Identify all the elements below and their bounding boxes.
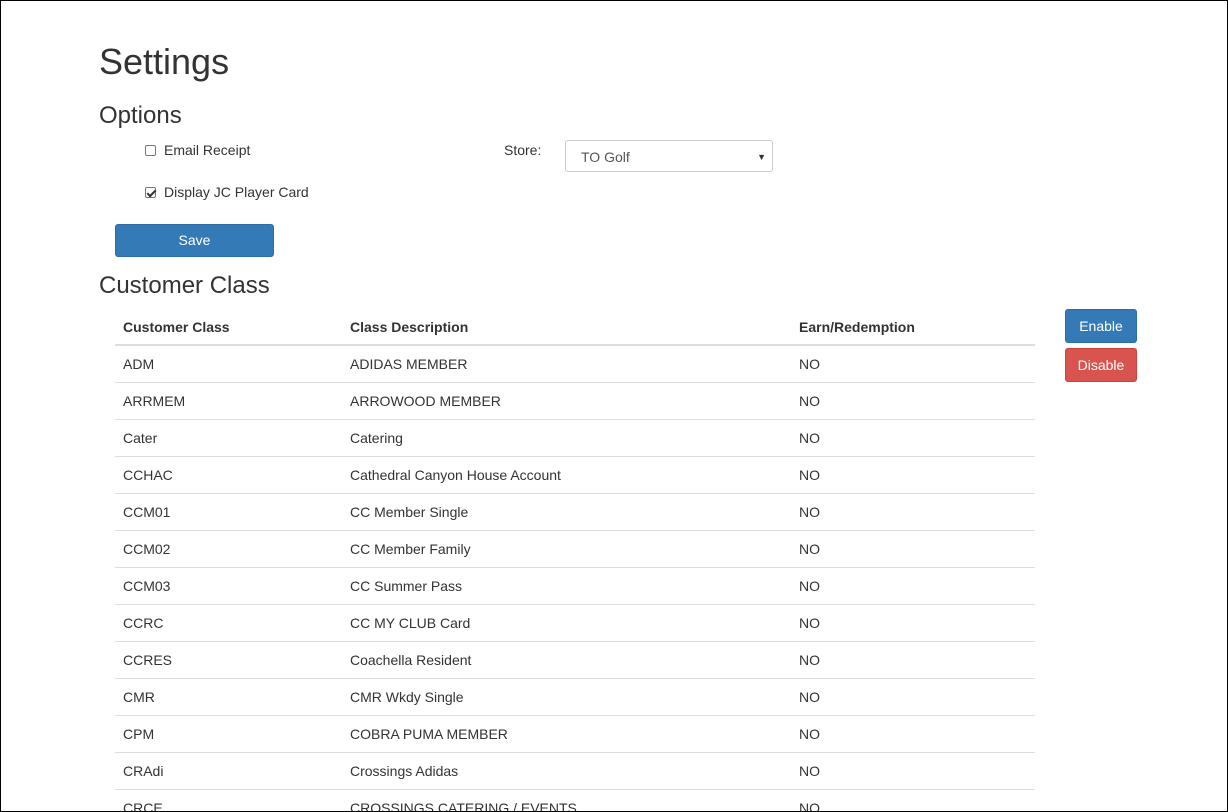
cell-earn-redemption: NO — [791, 752, 1035, 790]
options-heading: Options — [99, 102, 182, 129]
cell-class-description: Coachella Resident — [342, 641, 791, 679]
cell-customer-class: ARRMEM — [115, 382, 342, 420]
cell-class-description: CC Member Single — [342, 493, 791, 531]
display-jc-player-card-label: Display JC Player Card — [164, 184, 309, 200]
cell-class-description: CMR Wkdy Single — [342, 678, 791, 716]
cell-earn-redemption: NO — [791, 419, 1035, 457]
customer-class-table: Customer Class Class Description Earn/Re… — [115, 309, 1035, 811]
cell-customer-class: CCRES — [115, 641, 342, 679]
cell-customer-class: CCM03 — [115, 567, 342, 605]
chevron-down-icon: ▼ — [757, 152, 766, 162]
cell-customer-class: CPM — [115, 715, 342, 753]
save-button[interactable]: Save — [115, 224, 274, 257]
cell-customer-class: CCRC — [115, 604, 342, 642]
customer-class-heading: Customer Class — [99, 272, 270, 299]
cell-earn-redemption: NO — [791, 678, 1035, 716]
cell-class-description: ADIDAS MEMBER — [342, 345, 791, 383]
cell-customer-class: CCHAC — [115, 456, 342, 494]
cell-class-description: CC Member Family — [342, 530, 791, 568]
cell-customer-class: CCM01 — [115, 493, 342, 531]
table-row[interactable]: CCM01 CC Member Single NO — [115, 493, 1035, 531]
settings-window: Settings Options Email Receipt Display J… — [0, 0, 1228, 812]
cell-customer-class: ADM — [115, 345, 342, 383]
cell-class-description: CC Summer Pass — [342, 567, 791, 605]
cell-earn-redemption: NO — [791, 382, 1035, 420]
display-jc-player-card-checkbox[interactable] — [145, 186, 156, 198]
table-row[interactable]: CCRC CC MY CLUB Card NO — [115, 604, 1035, 642]
cell-earn-redemption: NO — [791, 456, 1035, 494]
display-jc-player-card-option[interactable]: Display JC Player Card — [145, 184, 309, 200]
table-row[interactable]: CPM COBRA PUMA MEMBER NO — [115, 715, 1035, 753]
cell-earn-redemption: NO — [791, 493, 1035, 531]
cell-earn-redemption: NO — [791, 530, 1035, 568]
table-row[interactable]: CRCE CROSSINGS CATERING / EVENTS NO — [115, 789, 1035, 811]
table-row[interactable]: Cater Catering NO — [115, 419, 1035, 457]
email-receipt-checkbox[interactable] — [145, 144, 156, 156]
cell-earn-redemption: NO — [791, 604, 1035, 642]
cell-earn-redemption: NO — [791, 789, 1035, 811]
cell-class-description: Cathedral Canyon House Account — [342, 456, 791, 494]
cell-customer-class: CRAdi — [115, 752, 342, 790]
store-label: Store: — [504, 142, 542, 158]
enable-button[interactable]: Enable — [1065, 309, 1137, 343]
cell-class-description: CROSSINGS CATERING / EVENTS — [342, 789, 791, 811]
column-header-earn-redemption[interactable]: Earn/Redemption — [791, 309, 1035, 346]
store-selected-value: TO Golf — [581, 149, 630, 165]
cell-customer-class: Cater — [115, 419, 342, 457]
table-row[interactable]: CRAdi Crossings Adidas NO — [115, 752, 1035, 790]
cell-customer-class: CRCE — [115, 789, 342, 811]
column-header-customer-class[interactable]: Customer Class — [115, 309, 342, 346]
email-receipt-label: Email Receipt — [164, 142, 251, 158]
page-title: Settings — [99, 41, 230, 82]
cell-class-description: COBRA PUMA MEMBER — [342, 715, 791, 753]
cell-customer-class: CMR — [115, 678, 342, 716]
cell-class-description: CC MY CLUB Card — [342, 604, 791, 642]
cell-earn-redemption: NO — [791, 641, 1035, 679]
table-row[interactable]: CCM03 CC Summer Pass NO — [115, 567, 1035, 605]
cell-earn-redemption: NO — [791, 567, 1035, 605]
disable-button[interactable]: Disable — [1065, 348, 1137, 382]
customer-class-table-container: Customer Class Class Description Earn/Re… — [115, 309, 1035, 811]
cell-customer-class: CCM02 — [115, 530, 342, 568]
table-header-row: Customer Class Class Description Earn/Re… — [115, 309, 1035, 346]
table-row[interactable]: CMR CMR Wkdy Single NO — [115, 678, 1035, 716]
email-receipt-option[interactable]: Email Receipt — [145, 142, 250, 158]
table-row[interactable]: CCM02 CC Member Family NO — [115, 530, 1035, 568]
store-select[interactable]: TO Golf ▼ — [565, 140, 773, 172]
cell-earn-redemption: NO — [791, 345, 1035, 383]
column-header-class-description[interactable]: Class Description — [342, 309, 791, 346]
table-row[interactable]: CCRES Coachella Resident NO — [115, 641, 1035, 679]
cell-class-description: Catering — [342, 419, 791, 457]
table-row[interactable]: ARRMEM ARROWOOD MEMBER NO — [115, 382, 1035, 420]
table-row[interactable]: CCHAC Cathedral Canyon House Account NO — [115, 456, 1035, 494]
cell-class-description: ARROWOOD MEMBER — [342, 382, 791, 420]
cell-class-description: Crossings Adidas — [342, 752, 791, 790]
table-row[interactable]: ADM ADIDAS MEMBER NO — [115, 345, 1035, 383]
cell-earn-redemption: NO — [791, 715, 1035, 753]
